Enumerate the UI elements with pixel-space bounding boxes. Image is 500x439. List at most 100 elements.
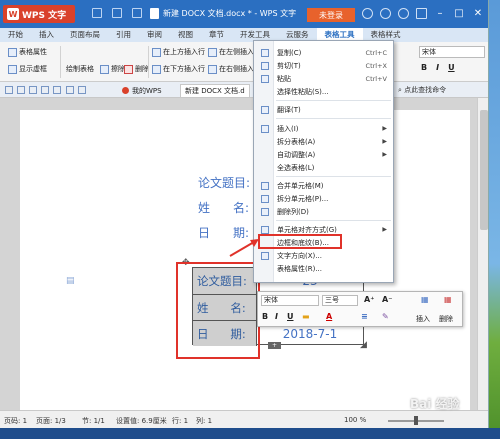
minimize-icon[interactable]: – bbox=[434, 8, 446, 19]
open-icon[interactable] bbox=[112, 8, 122, 18]
folder-icon[interactable] bbox=[5, 86, 13, 94]
menu-item-label: 拆分表格(A) bbox=[277, 137, 316, 146]
vertical-scrollbar[interactable] bbox=[477, 98, 488, 410]
document-page[interactable] bbox=[20, 110, 470, 410]
insert-column-right-label: 在右侧插入 bbox=[219, 65, 254, 73]
mini-italic-button[interactable]: I bbox=[275, 312, 278, 321]
undo-icon[interactable] bbox=[66, 86, 74, 94]
insert-column-left-button[interactable]: 在左侧插入 bbox=[208, 47, 254, 57]
menu-item-split-cells[interactable]: 拆分单元格(P)... bbox=[254, 193, 393, 204]
tab-review[interactable]: 审阅 bbox=[139, 28, 170, 42]
export-pdf-icon[interactable] bbox=[53, 86, 61, 94]
translate-icon bbox=[261, 105, 269, 114]
menu-item-split-table[interactable]: 拆分表格(A) ▶ bbox=[254, 136, 393, 147]
mini-underline-button[interactable]: U bbox=[287, 312, 294, 321]
shrink-font-button[interactable]: A⁻ bbox=[382, 295, 392, 304]
submenu-arrow-icon: ▶ bbox=[382, 151, 387, 158]
insert-row-above-button[interactable]: 在上方插入行 bbox=[152, 47, 205, 57]
table-delete-icon[interactable]: ▦ bbox=[444, 295, 452, 304]
tab-page-layout[interactable]: 页面布局 bbox=[62, 28, 108, 42]
mini-insert-label[interactable]: 插入 bbox=[416, 314, 430, 324]
floating-format-toolbar: 宋体 三号 A⁺ A⁻ B I U A ▬ ≡ ✎ ▦ ▦ 插入 删除 bbox=[257, 291, 463, 327]
doc-tab-my-wps[interactable]: 我的WPS bbox=[118, 84, 166, 97]
tab-sections[interactable]: 章节 bbox=[201, 28, 232, 42]
show-gridlines-button[interactable]: 显示虚框 bbox=[8, 64, 47, 74]
table-properties-button[interactable]: 表格属性 bbox=[8, 47, 47, 57]
draw-table-button[interactable]: 绘制表格 bbox=[66, 64, 94, 74]
font-color-button[interactable]: A bbox=[326, 312, 332, 321]
menu-item-translate[interactable]: 翻译(T) bbox=[254, 104, 393, 115]
table-properties-label: 表格属性 bbox=[19, 48, 47, 56]
preview-icon[interactable] bbox=[41, 86, 49, 94]
submenu-arrow-icon: ▶ bbox=[382, 125, 387, 132]
menu-item-cut[interactable]: 剪切(T) Ctrl+X bbox=[254, 60, 393, 71]
tab-home[interactable]: 开始 bbox=[0, 28, 31, 42]
title-right-controls: – □ ✕ bbox=[362, 8, 484, 19]
underline-button[interactable]: U bbox=[448, 63, 455, 72]
mini-font-select[interactable]: 宋体 bbox=[261, 295, 319, 306]
tab-insert[interactable]: 插入 bbox=[31, 28, 62, 42]
menu-item-label: 删除列(D) bbox=[277, 207, 309, 216]
login-button[interactable]: 未登录 bbox=[307, 8, 355, 22]
maximize-icon[interactable]: □ bbox=[453, 8, 465, 19]
wps-app-menu[interactable]: W WPS 文字 bbox=[3, 5, 75, 23]
table-add-row-icon[interactable]: + bbox=[268, 342, 282, 349]
menu-item-shortcut: Ctrl+X bbox=[365, 61, 387, 70]
insert-row-below-button[interactable]: 在下方插入行 bbox=[152, 64, 205, 74]
menu-separator bbox=[276, 118, 391, 119]
mini-size-select[interactable]: 三号 bbox=[322, 295, 358, 306]
feedback-icon[interactable] bbox=[380, 8, 391, 19]
tab-references[interactable]: 引用 bbox=[108, 28, 139, 42]
print-icon[interactable] bbox=[29, 86, 37, 94]
scrollbar-thumb[interactable] bbox=[480, 110, 488, 230]
delete-button[interactable]: 删除 bbox=[124, 64, 149, 74]
copy-icon bbox=[261, 48, 269, 57]
doc-tab-current[interactable]: 新建 DOCX 文档.d bbox=[180, 84, 250, 97]
table-resize-icon[interactable]: ◢ bbox=[360, 340, 367, 350]
menu-item-insert[interactable]: 插入(I) ▶ bbox=[254, 123, 393, 134]
menu-item-label: 粘贴 bbox=[277, 74, 291, 83]
menu-item-copy[interactable]: 复制(C) Ctrl+C bbox=[254, 47, 393, 58]
status-pages: 页面: 1/3 bbox=[36, 417, 66, 425]
zoom-slider-thumb[interactable] bbox=[414, 416, 418, 425]
italic-button[interactable]: I bbox=[436, 63, 439, 72]
paste-icon bbox=[261, 74, 269, 83]
menu-item-select-table[interactable]: 全选表格(L) bbox=[254, 162, 393, 173]
menu-item-text-direction[interactable]: 文字方向(X)... bbox=[254, 250, 393, 261]
skin-icon[interactable] bbox=[362, 8, 373, 19]
status-bar: 页码: 1 页面: 1/3 节: 1/1 设置值: 6.9厘米 行: 1 列: … bbox=[0, 410, 488, 428]
command-search[interactable]: ⌕ 点此查找命令 bbox=[398, 85, 446, 95]
close-icon[interactable]: ✕ bbox=[472, 8, 484, 19]
menu-item-table-properties[interactable]: 表格属性(R)... bbox=[254, 263, 393, 274]
redo-icon[interactable] bbox=[78, 86, 86, 94]
taskbar bbox=[0, 428, 500, 439]
font-select[interactable]: 宋体 bbox=[419, 46, 485, 58]
menu-item-paste-special[interactable]: 选择性粘贴(S)... bbox=[254, 86, 393, 97]
insert-column-right-button[interactable]: 在右侧插入 bbox=[208, 64, 254, 74]
merge-cells-icon bbox=[261, 181, 269, 190]
eraser-icon bbox=[100, 64, 109, 74]
insert-row-below-label: 在下方插入行 bbox=[163, 65, 205, 73]
help-icon[interactable] bbox=[398, 8, 409, 19]
menu-item-merge-cells[interactable]: 合并单元格(M) bbox=[254, 180, 393, 191]
menu-item-autofit[interactable]: 自动调整(A) ▶ bbox=[254, 149, 393, 160]
save-icon[interactable] bbox=[132, 8, 142, 18]
align-icon[interactable]: ≡ bbox=[361, 312, 368, 321]
menu-item-label: 插入(I) bbox=[277, 124, 299, 133]
bold-button[interactable]: B bbox=[421, 63, 427, 72]
mini-bold-button[interactable]: B bbox=[262, 312, 268, 321]
menu-item-delete-column[interactable]: 删除列(D) bbox=[254, 206, 393, 217]
menu-item-paste[interactable]: 粘贴 Ctrl+V bbox=[254, 73, 393, 84]
submenu-arrow-icon: ▶ bbox=[382, 138, 387, 145]
tab-view[interactable]: 视图 bbox=[170, 28, 201, 42]
settings-icon[interactable] bbox=[416, 8, 427, 19]
ribbon-tabs: 开始 插入 页面布局 引用 审阅 视图 章节 开发工具 云服务 表格工具 表格样… bbox=[0, 28, 488, 42]
new-doc-icon[interactable] bbox=[92, 8, 102, 18]
save-icon[interactable] bbox=[17, 86, 25, 94]
grow-font-button[interactable]: A⁺ bbox=[364, 295, 374, 304]
mini-delete-label[interactable]: 删除 bbox=[439, 314, 453, 324]
eraser-button[interactable]: 擦除 bbox=[100, 64, 125, 74]
highlight-icon[interactable]: ▬ bbox=[302, 312, 310, 321]
format-painter-icon[interactable]: ✎ bbox=[382, 312, 389, 321]
table-insert-icon[interactable]: ▦ bbox=[421, 295, 429, 304]
